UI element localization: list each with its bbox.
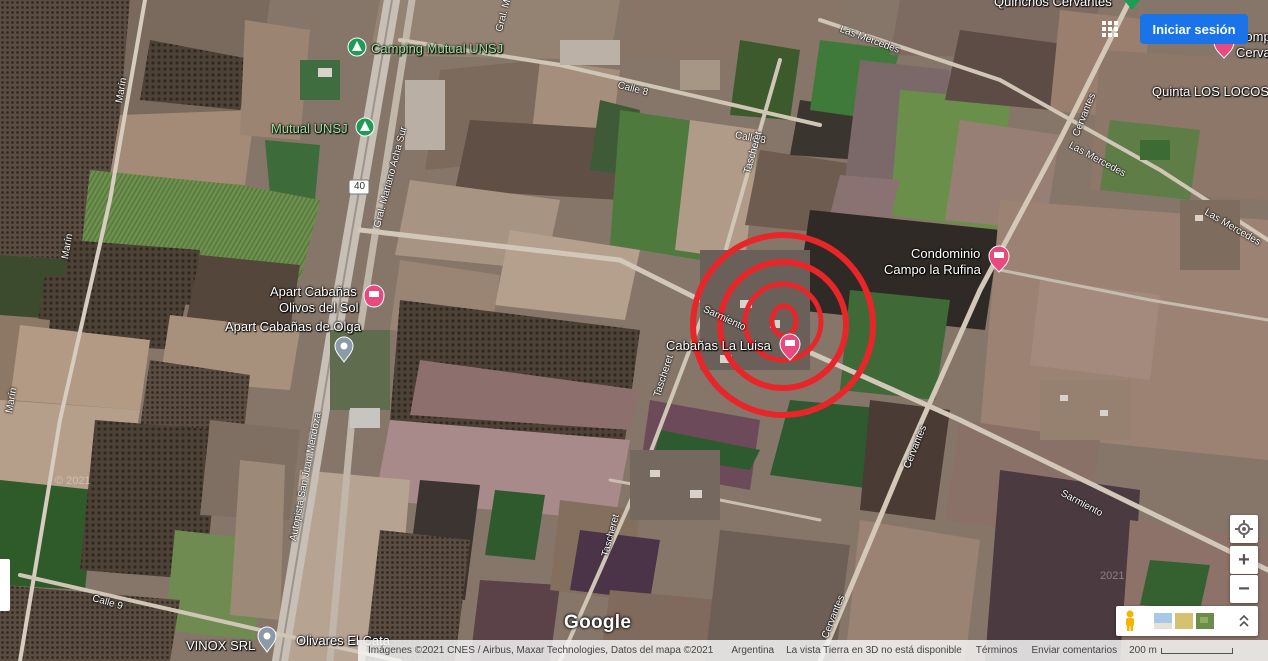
country-label: Argentina xyxy=(731,645,775,656)
sign-in-button[interactable]: Iniciar sesión xyxy=(1140,14,1248,44)
copyright-watermark-1: © 2021 xyxy=(55,475,91,487)
google-logo: Google xyxy=(564,612,632,633)
3d-unavailable-label: La vista Tierra en 3D no está disponible xyxy=(786,645,962,656)
map-footer: Imágenes ©2021 CNES / Airbus, Maxar Tech… xyxy=(358,640,1268,661)
zoom-out-button[interactable]: − xyxy=(1230,575,1258,603)
scale-label[interactable]: 200 m xyxy=(1129,645,1157,656)
imagery-credits: Imágenes ©2021 CNES / Airbus, Maxar Tech… xyxy=(368,645,714,656)
place-label-quinta[interactable]: Quinta LOS LOCOS xyxy=(1152,84,1268,99)
layers-strip[interactable] xyxy=(1116,606,1258,636)
collapse-panel-handle[interactable] xyxy=(0,559,10,611)
zoom-in-button[interactable]: + xyxy=(1230,546,1258,574)
expand-up-icon[interactable] xyxy=(1238,614,1250,628)
apps-grid-icon[interactable] xyxy=(1101,20,1119,38)
place-label-olivos-del-sol[interactable]: Olivos del Sol xyxy=(279,300,358,315)
place-label-complejo-2[interactable]: Cerva xyxy=(1236,45,1268,60)
satellite-map[interactable] xyxy=(0,0,1268,661)
place-label-condominio[interactable]: Condominio xyxy=(911,246,980,261)
my-location-icon xyxy=(1235,520,1253,538)
my-location-button[interactable] xyxy=(1230,515,1258,543)
copyright-watermark-2: 2021 xyxy=(1100,570,1125,582)
place-label-mutual[interactable]: Mutual UNSJ xyxy=(271,121,348,136)
place-label-camping[interactable]: Camping Mutual UNSJ xyxy=(371,41,503,56)
place-label-campo-rufina[interactable]: Campo la Rufina xyxy=(884,262,981,277)
hotel-pin-icon-olivos[interactable] xyxy=(363,284,385,308)
camping-pin-icon[interactable] xyxy=(347,37,367,57)
map-type-thumbnails-icon[interactable] xyxy=(1154,613,1234,629)
place-label-vinox[interactable]: VINOX SRL xyxy=(186,638,255,653)
mutual-pin-icon[interactable] xyxy=(355,117,375,137)
place-label-cabanas-luisa[interactable]: Cabañas La Luisa xyxy=(666,338,771,353)
place-label-quinchos[interactable]: Quinchos Cervantes xyxy=(994,0,1112,9)
route-40-label: 40 xyxy=(354,181,366,192)
terms-link[interactable]: Términos xyxy=(976,645,1018,656)
send-feedback-link[interactable]: Enviar comentarios xyxy=(1031,645,1117,656)
place-label-apart-olga[interactable]: Apart Cabañas de Olga xyxy=(225,319,361,334)
scale-bar xyxy=(1160,647,1233,654)
place-label-apart-olivos[interactable]: Apart Cabañas xyxy=(270,284,357,299)
pegman-icon[interactable] xyxy=(1122,610,1138,632)
